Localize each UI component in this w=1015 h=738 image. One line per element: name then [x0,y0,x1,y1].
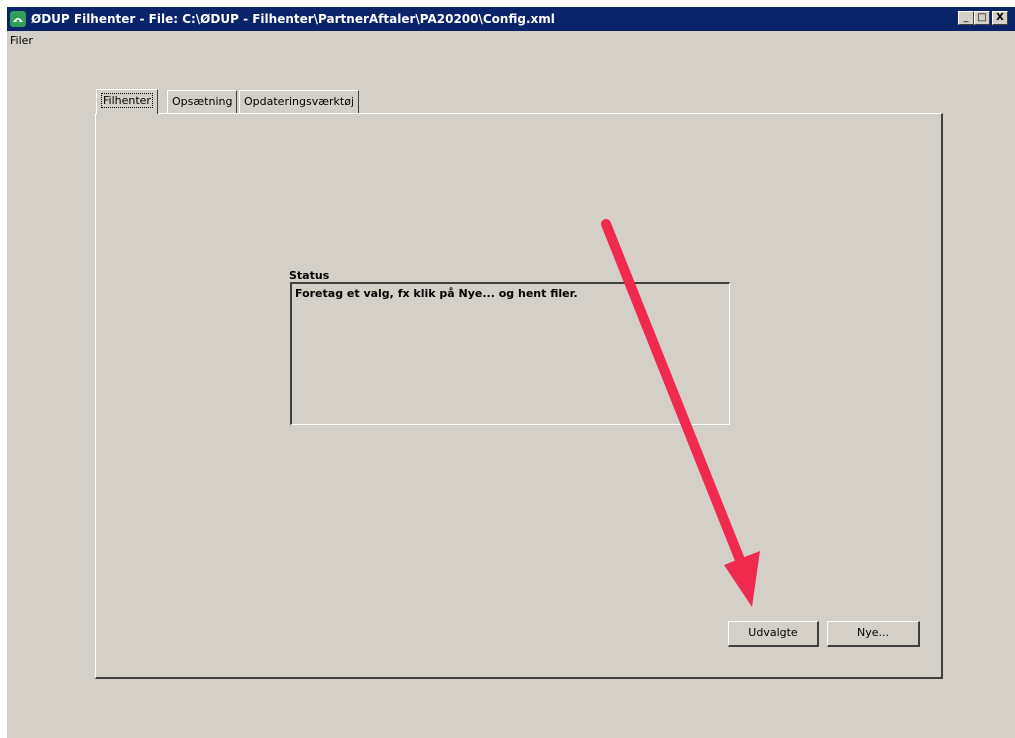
status-textbox: Foretag et valg, fx klik på Nye... og he… [290,282,730,425]
udvalgte-button[interactable]: Udvalgte [728,621,819,647]
app-window: ØDUP Filhenter - File: C:\ØDUP - Filhent… [7,7,1015,738]
close-button[interactable]: X [992,11,1008,25]
menu-bar: Filer [7,31,1015,51]
nye-button[interactable]: Nye... [827,621,920,647]
menu-item-filer[interactable]: Filer [10,34,33,47]
tab-opsaetning[interactable]: Opsætning [167,90,238,113]
status-text: Foretag et valg, fx klik på Nye... og he… [295,287,578,300]
maximize-button[interactable]: □ [974,11,990,25]
tab-label: Opdateringsværktøj [244,95,355,108]
status-label: Status [289,269,330,282]
minimize-button[interactable]: _ [958,11,974,25]
title-bar[interactable]: ØDUP Filhenter - File: C:\ØDUP - Filhent… [7,7,1015,31]
tab-label: Opsætning [172,95,233,108]
window-title: ØDUP Filhenter - File: C:\ØDUP - Filhent… [31,12,555,26]
tab-opdateringsvaerktoej[interactable]: Opdateringsværktøj [239,90,360,113]
app-logo-icon [10,11,26,27]
tab-filhenter[interactable]: Filhenter [96,89,158,114]
tab-label: Filhenter [101,93,153,108]
